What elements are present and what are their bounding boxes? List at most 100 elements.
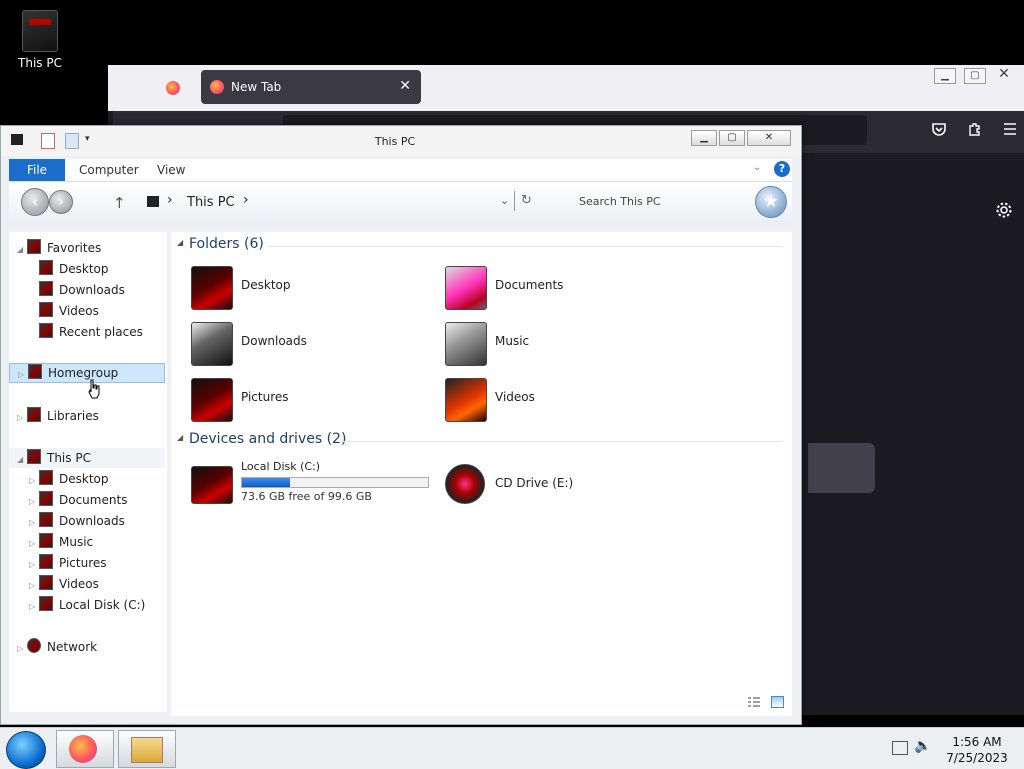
tree-pc-local-disk[interactable]: ▷ Local Disk (C:) (29, 595, 145, 615)
downloads-folder-icon (191, 322, 233, 366)
search-input[interactable]: Search This PC (579, 195, 661, 208)
up-arrow-icon[interactable]: ↑ (113, 194, 126, 212)
firefox-icon[interactable] (166, 81, 180, 95)
expand-arrow-icon[interactable]: ▷ (29, 534, 39, 554)
clock-time: 1:56 AM (952, 735, 1002, 749)
recent-places-icon (39, 323, 53, 338)
expand-arrow-icon[interactable]: ▷ (18, 366, 28, 384)
expand-arrow-icon[interactable]: ▷ (29, 492, 39, 512)
music-folder-icon (445, 322, 487, 366)
expand-arrow-icon[interactable]: ▷ (29, 597, 39, 617)
divider (267, 246, 783, 247)
gear-icon[interactable] (995, 201, 1013, 219)
expand-arrow-icon[interactable]: ▷ (17, 639, 27, 659)
firefox-tab-bar: New Tab ✕ ▁ ▢ ✕ (108, 65, 1024, 111)
breadcrumb-separator[interactable]: › (167, 192, 173, 208)
tree-fav-videos[interactable]: Videos (39, 301, 99, 321)
pictures-folder-icon (191, 378, 233, 422)
menu-icon[interactable] (1003, 123, 1017, 135)
expand-arrow-icon[interactable]: ◢ (17, 240, 27, 260)
volume-icon[interactable]: 🔈 (914, 738, 931, 754)
expand-arrow-icon[interactable]: ▷ (17, 408, 27, 428)
extensions-icon[interactable] (967, 121, 983, 137)
tree-fav-recent[interactable]: Recent places (39, 322, 143, 342)
folder-label: Downloads (241, 334, 307, 348)
tab-file[interactable]: File (9, 159, 65, 181)
network-tray-icon[interactable] (892, 741, 908, 755)
tree-fav-downloads[interactable]: Downloads (39, 280, 125, 300)
tree-fav-desktop[interactable]: Desktop (39, 259, 109, 279)
devices-group-header[interactable]: Devices and drives (2) (189, 431, 346, 447)
refresh-icon[interactable]: ↻ (521, 193, 532, 208)
breadcrumb-this-pc[interactable]: This PC (187, 195, 235, 210)
tree-libraries[interactable]: ▷ Libraries (17, 406, 99, 426)
taskbar-file-explorer[interactable] (118, 730, 176, 768)
folder-music[interactable]: Music (445, 320, 685, 368)
expand-arrow-icon[interactable]: ◢ (17, 450, 27, 470)
downloads-folder-icon (39, 512, 53, 527)
navigation-pane: ◢ Favorites Desktop Downloads Videos Rece… (9, 232, 167, 712)
close-button[interactable]: ✕ (994, 67, 1014, 82)
breadcrumb-separator[interactable]: › (243, 192, 249, 208)
music-folder-icon (39, 533, 53, 548)
tab-new-tab[interactable]: New Tab ✕ (201, 70, 421, 104)
folder-documents[interactable]: Documents (445, 264, 685, 312)
tab-computer[interactable]: Computer (79, 159, 139, 181)
drive-cd[interactable]: CD Drive (E:) (445, 460, 685, 510)
tree-pc-music[interactable]: ▷ Music (29, 532, 93, 552)
minimize-button[interactable]: ▁ (691, 130, 717, 146)
libraries-icon (27, 407, 41, 422)
window-title: This PC (374, 135, 416, 148)
taskbar: 🔈 1:56 AM 7/25/2023 (0, 727, 1024, 769)
desktop-icon-this-pc[interactable]: This PC (14, 10, 66, 70)
expand-arrow-icon[interactable]: ▷ (29, 513, 39, 533)
tab-view[interactable]: View (157, 159, 185, 181)
videos-folder-icon (39, 302, 53, 317)
folder-desktop[interactable]: Desktop (191, 264, 431, 312)
tree-label: Music (59, 535, 94, 549)
help-icon[interactable]: ? (774, 161, 790, 177)
expand-arrow-icon[interactable]: ▷ (29, 471, 39, 491)
folder-downloads[interactable]: Downloads (191, 320, 431, 368)
tree-pc-downloads[interactable]: ▷ Downloads (29, 511, 125, 531)
tree-label: Documents (59, 493, 128, 507)
tree-network[interactable]: ▷ Network (17, 637, 97, 657)
clock[interactable]: 1:56 AM 7/25/2023 (930, 734, 1024, 766)
close-tab-icon[interactable]: ✕ (399, 78, 411, 94)
tree-pc-videos[interactable]: ▷ Videos (29, 574, 99, 594)
back-icon[interactable]: ‹ (21, 188, 49, 216)
drive-free-space: 73.6 GB free of 99.6 GB (241, 490, 372, 503)
new-tab-card (808, 443, 875, 493)
downloads-folder-icon (39, 281, 53, 296)
collapse-arrow-icon[interactable]: ◢ (177, 433, 183, 442)
expand-arrow-icon[interactable]: ▷ (29, 555, 39, 575)
tree-pc-desktop[interactable]: ▷ Desktop (29, 469, 109, 489)
minimize-button[interactable]: ▁ (934, 68, 956, 84)
desktop-icon-label: This PC (18, 56, 62, 70)
folder-pictures[interactable]: Pictures (191, 376, 431, 424)
expand-arrow-icon[interactable]: ▷ (29, 576, 39, 596)
folder-label: Pictures (241, 390, 289, 404)
tree-this-pc[interactable]: ◢ This PC (9, 448, 165, 468)
folders-group-header[interactable]: Folders (6) (189, 236, 264, 252)
folder-videos[interactable]: Videos (445, 376, 685, 424)
start-button[interactable] (6, 731, 46, 769)
forward-icon[interactable]: › (49, 190, 73, 214)
large-icons-view-icon[interactable] (771, 696, 784, 708)
search-icon[interactable]: ★ (755, 186, 787, 218)
details-view-icon[interactable] (747, 696, 761, 708)
star-icon (27, 239, 41, 254)
taskbar-firefox[interactable] (56, 730, 114, 768)
tree-favorites[interactable]: ◢ Favorites (17, 238, 101, 258)
tree-pc-documents[interactable]: ▷ Documents (29, 490, 127, 510)
close-button[interactable]: ✕ (747, 130, 791, 146)
chevron-down-icon[interactable]: ⌄ (753, 162, 761, 173)
collapse-arrow-icon[interactable]: ◢ (177, 238, 183, 247)
hard-drive-icon (39, 596, 53, 611)
address-dropdown-icon[interactable]: ⌄ (500, 194, 509, 207)
tree-pc-pictures[interactable]: ▷ Pictures (29, 553, 107, 573)
pocket-icon[interactable] (931, 121, 947, 137)
maximize-button[interactable]: ▢ (719, 130, 745, 146)
maximize-button[interactable]: ▢ (964, 68, 986, 84)
drive-local-disk[interactable]: Local Disk (C:) 73.6 GB free of 99.6 GB (191, 460, 431, 510)
